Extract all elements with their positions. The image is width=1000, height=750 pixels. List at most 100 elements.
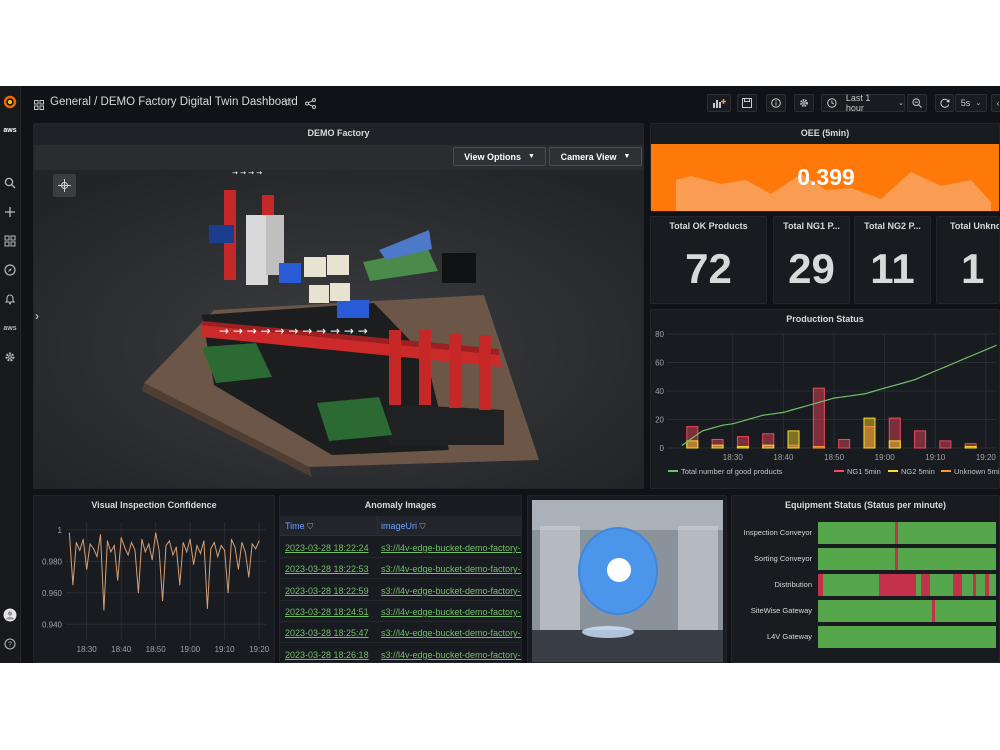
- refresh-interval-picker[interactable]: 5s ⌄: [955, 94, 987, 112]
- view-mode-button[interactable]: ‹: [991, 94, 1000, 112]
- stat-value: 29: [788, 245, 835, 292]
- chevron-down-icon: ⌄: [898, 100, 904, 107]
- table-row[interactable]: 2023-03-28 18:25:47 s3://l4v-edge-bucket-…: [280, 622, 521, 644]
- cell-time-link[interactable]: 2023-03-28 18:26:18: [285, 650, 369, 660]
- user-avatar-icon[interactable]: [0, 606, 20, 624]
- point-good-products: [701, 430, 704, 432]
- column-header-imageuri[interactable]: imageUri ⛉: [381, 521, 426, 532]
- legend-label: NG1 5min: [847, 467, 881, 476]
- equipment-status-bar[interactable]: [818, 600, 996, 622]
- refresh-button[interactable]: [935, 94, 954, 112]
- bar-ng2: [762, 444, 775, 449]
- camera-view-button[interactable]: Camera View ▼: [549, 147, 642, 166]
- view-options-button[interactable]: View Options ▼: [453, 147, 546, 166]
- time-range-picker[interactable]: Last 1 hour ⌄: [821, 93, 905, 113]
- cell-time-link[interactable]: 2023-03-28 18:24:51: [285, 607, 369, 617]
- bell-alerting-icon[interactable]: [0, 290, 20, 308]
- oee-value: 0.399: [797, 164, 855, 190]
- search-icon[interactable]: [0, 174, 20, 192]
- dashboards-grid-icon[interactable]: [0, 232, 20, 250]
- expand-panel-chevron-icon[interactable]: ›: [35, 309, 39, 323]
- point-confidence: [162, 600, 164, 602]
- point-good-products: [752, 417, 754, 419]
- compass-explore-icon[interactable]: [0, 261, 20, 279]
- help-icon[interactable]: ?: [0, 635, 20, 653]
- table-row[interactable]: 2023-03-28 18:22:24 s3://l4v-edge-bucket-…: [280, 537, 521, 558]
- visual-inspection-panel: Visual Inspection Confidence 1 0.980 0.960…: [33, 495, 275, 663]
- cell-time-link[interactable]: 2023-03-28 18:22:24: [285, 543, 369, 553]
- point-good-products: [914, 379, 916, 381]
- table-row[interactable]: 2023-03-28 18:22:53 s3://l4v-edge-bucket-…: [280, 558, 521, 580]
- table-row[interactable]: 2023-03-28 18:26:18 s3://l4v-edge-bucket-…: [280, 644, 521, 663]
- equipment-row-label: Inspection Conveyor: [743, 528, 812, 537]
- equipment-status-bar[interactable]: [818, 574, 996, 596]
- filter-icon[interactable]: ⛉: [307, 522, 313, 531]
- save-icon: [742, 98, 752, 108]
- bar-ng2: [787, 430, 800, 449]
- point-confidence: [237, 568, 239, 570]
- fault-segment: [818, 574, 824, 596]
- scene-viewport[interactable]: → → → → → → → → → → → → → → →: [34, 145, 643, 488]
- equipment-status-bar[interactable]: [818, 626, 996, 648]
- y-tick-label: 0.980: [42, 557, 63, 566]
- view-options-label: View Options: [464, 151, 521, 162]
- legend-label: Total number of good products: [681, 467, 783, 476]
- cell-imageuri-link[interactable]: s3://l4v-edge-bucket-demo-factory-u: [381, 564, 521, 574]
- point-confidence: [168, 540, 170, 542]
- cell-time-link[interactable]: 2023-03-28 18:25:47: [285, 628, 369, 638]
- cell-imageuri-link[interactable]: s3://l4v-edge-bucket-demo-factory-u: [381, 586, 521, 596]
- caret-down-icon: ▼: [527, 153, 535, 160]
- page-title: / DEMO Factory Digital Twin Dashboard: [94, 96, 298, 108]
- cell-imageuri-link[interactable]: s3://l4v-edge-bucket-demo-factory-u: [381, 607, 521, 617]
- filter-icon[interactable]: ⛉: [420, 522, 426, 531]
- inspection-confidence-chart: 1 0.980 0.960 0.940 18:30 18:40 18:50 19:00 19:1…: [42, 522, 270, 654]
- column-header-time[interactable]: Time ⛉: [285, 521, 313, 532]
- share-icon[interactable]: [305, 96, 316, 114]
- zoom-out-button[interactable]: [907, 94, 927, 112]
- orbit-control-button[interactable]: [53, 174, 76, 197]
- point-good-products: [904, 381, 906, 384]
- cell-time-link[interactable]: 2023-03-28 18:22:53: [285, 564, 369, 574]
- point-confidence: [158, 549, 160, 551]
- camera-image-panel: [527, 495, 727, 663]
- cell-imageuri-link[interactable]: s3://l4v-edge-bucket-demo-factory-u: [381, 628, 521, 638]
- gear-icon[interactable]: [0, 348, 20, 366]
- point-confidence: [68, 532, 70, 534]
- aws-logo-icon[interactable]: aws: [0, 121, 20, 139]
- svg-text:→ → → →: → → → →: [232, 169, 262, 177]
- point-confidence: [165, 545, 167, 547]
- table-row[interactable]: 2023-03-28 18:22:59 s3://l4v-edge-bucket-…: [280, 580, 521, 601]
- grafana-logo-icon[interactable]: [0, 93, 20, 111]
- point-good-products: [782, 411, 785, 413]
- point-good-products: [803, 406, 805, 408]
- info-button[interactable]: [766, 94, 786, 112]
- anomaly-images-panel: Anomaly Images Time ⛉ imageUri ⛉ 2023-03…: [279, 495, 522, 663]
- plus-icon[interactable]: [0, 203, 20, 221]
- point-confidence: [258, 540, 260, 542]
- add-panel-button[interactable]: [707, 94, 731, 112]
- breadcrumb-root[interactable]: General: [50, 96, 91, 108]
- fault-segment: [894, 548, 899, 570]
- star-icon[interactable]: ☆: [283, 95, 294, 109]
- legend-label: Unknown 5min: [954, 467, 1000, 476]
- point-good-products: [711, 427, 714, 429]
- save-button[interactable]: [737, 94, 757, 112]
- column-divider: [377, 516, 378, 536]
- aws-plugin-icon[interactable]: aws: [0, 319, 20, 337]
- point-good-products: [884, 387, 886, 389]
- cell-imageuri-link[interactable]: s3://l4v-edge-bucket-demo-factory-u: [381, 650, 521, 660]
- point-good-products: [792, 408, 795, 411]
- point-confidence: [224, 549, 226, 551]
- cell-imageuri-link[interactable]: s3://l4v-edge-bucket-demo-factory-u: [381, 543, 521, 553]
- table-row[interactable]: 2023-03-28 18:24:51 s3://l4v-edge-bucket-…: [280, 601, 521, 622]
- svg-text:→ → → → → → → → → → →: → → → → → → → → → → →: [219, 324, 368, 338]
- equipment-row-label: Sorting Conveyor: [754, 554, 812, 563]
- point-confidence: [117, 579, 119, 581]
- point-good-products: [975, 353, 977, 355]
- settings-button[interactable]: [794, 94, 814, 112]
- fault-segment: [953, 574, 963, 596]
- cell-time-link[interactable]: 2023-03-28 18:22:59: [285, 586, 369, 596]
- equipment-status-bar[interactable]: [818, 548, 996, 570]
- point-good-products: [954, 361, 957, 364]
- equipment-status-bar[interactable]: [818, 522, 996, 544]
